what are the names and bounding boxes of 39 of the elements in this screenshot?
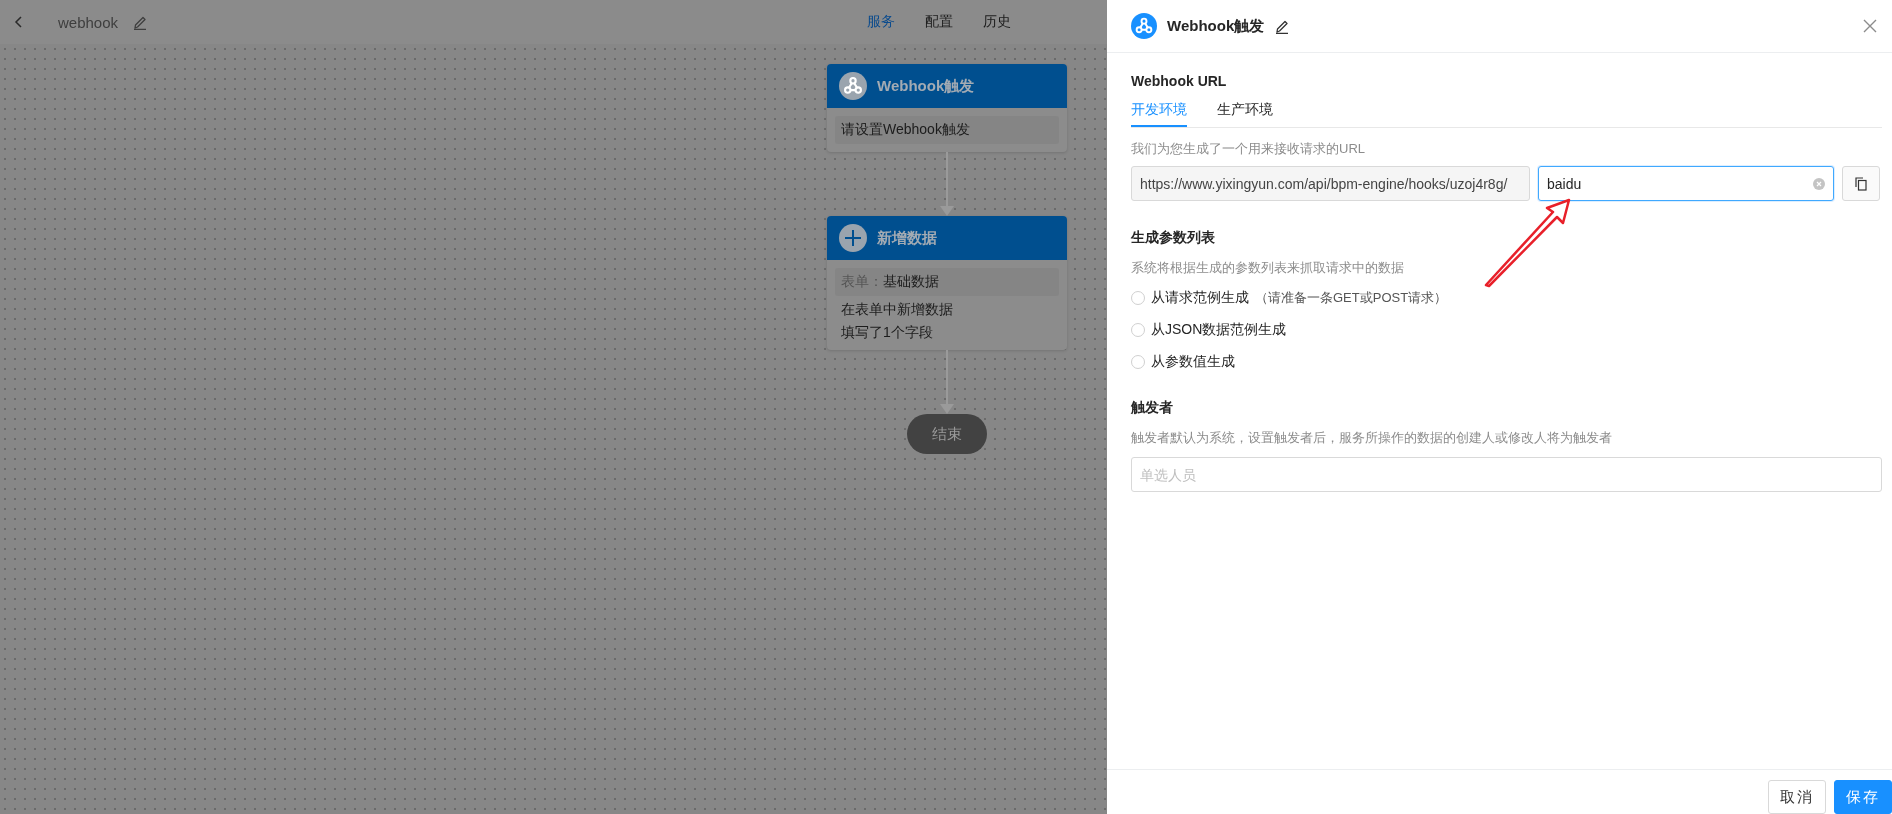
nav-tab[interactable]: 历史: [983, 13, 1011, 31]
node-summary: 请设置Webhook触发: [835, 116, 1059, 144]
end-node: 结束: [907, 414, 987, 454]
node-title: 新增数据: [877, 228, 937, 248]
cancel-button[interactable]: 取消: [1768, 780, 1826, 814]
flow-node[interactable]: Webhook触发 请设置Webhook触发: [827, 64, 1067, 152]
section-heading: 生成参数列表: [1131, 229, 1216, 247]
nav-tab[interactable]: 配置: [925, 13, 953, 31]
clear-icon[interactable]: [1813, 178, 1825, 190]
edit-icon[interactable]: [1274, 18, 1291, 34]
option-note: （请准备一条GET或POST请求）: [1255, 289, 1448, 307]
hint-text: 我们为您生成了一个用来接收请求的URL: [1131, 140, 1366, 158]
webhook-icon: [1131, 13, 1157, 39]
path-input-field[interactable]: baidu: [1538, 166, 1834, 201]
panel-title: Webhook触发: [1167, 16, 1265, 36]
connector-arrow: [939, 350, 955, 414]
copy-icon: [1855, 176, 1867, 191]
section-heading: Webhook URL: [1131, 73, 1228, 89]
option-label[interactable]: 从请求范例生成: [1151, 289, 1249, 307]
url-field: https://www.yixingyun.com/api/bpm-engine/hooks/uzoj4r8g/: [1131, 166, 1530, 201]
option-label[interactable]: 从JSON数据范例生成: [1151, 321, 1287, 339]
section-heading: 触发者: [1131, 399, 1174, 417]
flow-title: webhook: [58, 13, 119, 31]
nav-tab[interactable]: 服务: [867, 13, 895, 31]
environment-tab[interactable]: 开发环境: [1131, 101, 1187, 127]
node-text: 在表单中新增数据: [840, 300, 954, 319]
hint-text: 触发者默认为系统，设置触发者后，服务所操作的数据的创建人或修改人将为触发者: [1131, 429, 1613, 447]
save-button[interactable]: 保存: [1834, 780, 1892, 814]
hint-text: 系统将根据生成的参数列表来抓取请求中的数据: [1131, 259, 1405, 277]
option-label[interactable]: 从参数值生成: [1151, 353, 1235, 371]
node-text: 填写了1个字段: [840, 323, 934, 342]
webhook-icon: [839, 72, 867, 100]
person-select-field[interactable]: 单选人员: [1131, 457, 1882, 492]
environment-tab[interactable]: 生产环境: [1217, 101, 1273, 127]
plus-icon: [839, 224, 867, 252]
node-title: Webhook触发: [877, 76, 975, 96]
connector-arrow: [939, 152, 955, 216]
close-icon[interactable]: [1862, 18, 1878, 34]
copy-button[interactable]: [1842, 166, 1880, 201]
